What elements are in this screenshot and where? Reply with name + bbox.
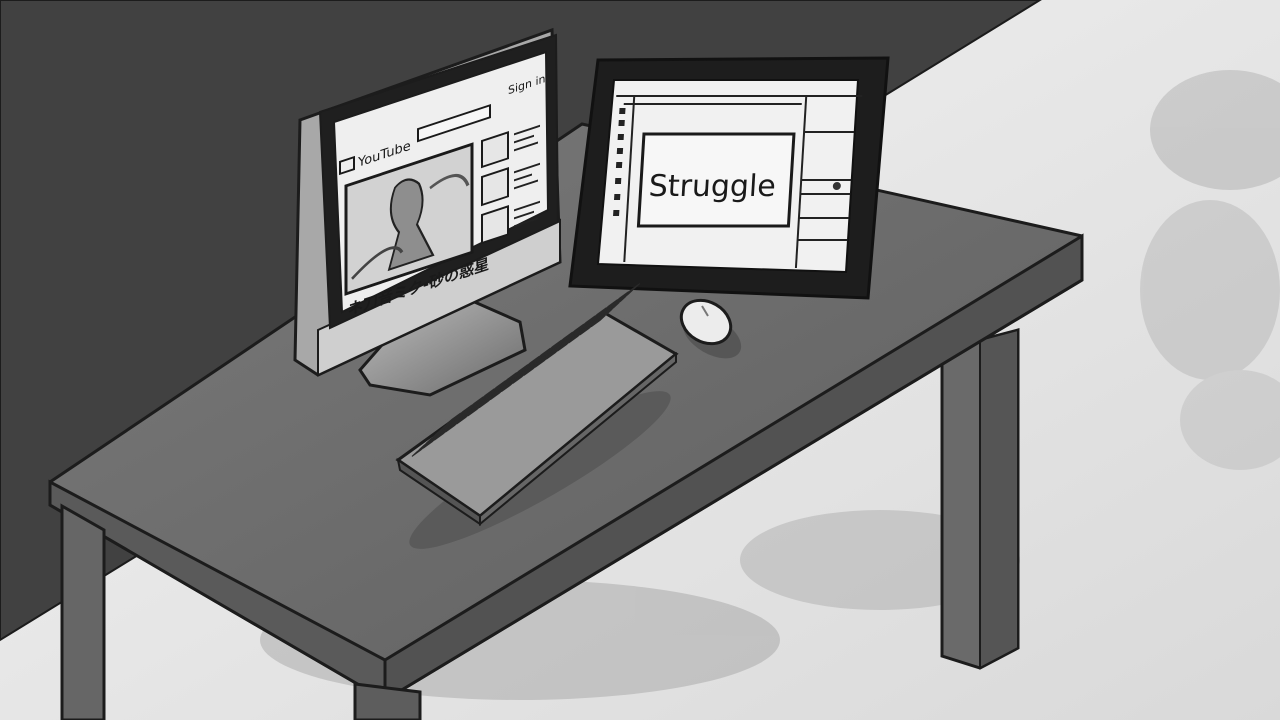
desk-scene: YouTube Sign in ネ刀音ミク-砂の惑星 Struggle	[0, 0, 1280, 720]
desk-leg-front-left	[60, 503, 106, 720]
canvas-text: Struggle	[648, 169, 777, 204]
right-monitor: Struggle	[568, 56, 890, 300]
desk-leg-front-center	[353, 682, 422, 720]
